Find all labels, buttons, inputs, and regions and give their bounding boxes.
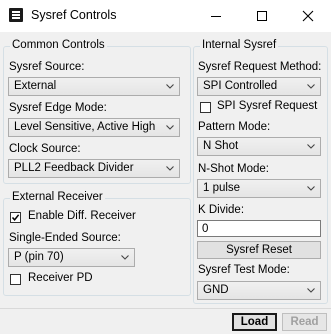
sysref-edge-mode-value: Level Sensitive, Active High (14, 121, 156, 133)
k-divide-input[interactable] (197, 220, 321, 237)
maximize-icon (257, 11, 267, 21)
chevron-down-icon (307, 144, 315, 149)
sysref-test-mode-label: Sysref Test Mode: (198, 264, 290, 276)
enable-diff-receiver-checkbox[interactable] (10, 212, 21, 223)
window-title: Sysref Controls (31, 8, 117, 22)
n-shot-mode-select[interactable]: 1 pulse (197, 179, 321, 198)
clock-source-select[interactable]: PLL2 Feedback Divider (8, 159, 180, 178)
external-receiver-legend: External Receiver (10, 191, 105, 203)
sysref-request-method-select[interactable]: SPI Controlled (197, 77, 321, 96)
chevron-down-icon (307, 288, 315, 293)
title-bar: Sysref Controls (0, 0, 331, 32)
sysref-source-value: External (14, 80, 57, 92)
sysref-reset-button[interactable]: Sysref Reset (197, 241, 321, 259)
single-ended-source-label: Single-Ended Source: (9, 232, 121, 244)
chevron-down-icon (307, 84, 315, 89)
pattern-mode-label: Pattern Mode: (198, 121, 271, 133)
single-ended-source-select[interactable]: P (pin 70) (8, 248, 135, 267)
read-button[interactable]: Read (282, 313, 327, 331)
sysref-edge-mode-label: Sysref Edge Mode: (9, 102, 107, 114)
sysref-source-label: Sysref Source: (9, 61, 85, 73)
minimize-icon (211, 16, 221, 17)
sysref-request-method-label: Sysref Request Method: (198, 61, 322, 73)
spi-sysref-request-label: SPI Sysref Request (217, 100, 318, 112)
sysref-source-select[interactable]: External (8, 77, 180, 96)
chevron-down-icon (166, 84, 174, 89)
n-shot-mode-value: 1 pulse (203, 182, 241, 194)
checkmark-icon (11, 214, 20, 221)
sysref-test-mode-select[interactable]: GND (197, 281, 321, 300)
minimize-button[interactable] (193, 0, 239, 32)
chevron-down-icon (166, 125, 174, 130)
receiver-pd-label: Receiver PD (28, 272, 93, 284)
close-button[interactable] (285, 0, 331, 32)
maximize-button[interactable] (239, 0, 285, 32)
receiver-pd-checkbox[interactable] (10, 274, 21, 285)
load-button[interactable]: Load (232, 313, 277, 331)
clock-source-label: Clock Source: (9, 143, 81, 155)
common-controls-legend: Common Controls (10, 39, 107, 51)
sysref-request-method-value: SPI Controlled (203, 80, 278, 92)
footer-divider (0, 308, 331, 309)
close-icon (302, 10, 314, 22)
sysref-test-mode-value: GND (203, 284, 229, 296)
enable-diff-receiver-label: Enable Diff. Receiver (28, 210, 136, 222)
internal-sysref-legend: Internal Sysref (200, 39, 279, 51)
chevron-down-icon (307, 186, 315, 191)
spi-sysref-request-checkbox[interactable] (200, 102, 211, 113)
clock-source-value: PLL2 Feedback Divider (14, 162, 134, 174)
single-ended-source-value: P (pin 70) (14, 251, 64, 263)
chevron-down-icon (121, 255, 129, 260)
pattern-mode-select[interactable]: N Shot (197, 137, 321, 156)
chevron-down-icon (166, 166, 174, 171)
n-shot-mode-label: N-Shot Mode: (198, 163, 269, 175)
sysref-edge-mode-select[interactable]: Level Sensitive, Active High (8, 118, 180, 137)
pattern-mode-value: N Shot (203, 140, 239, 152)
app-icon (9, 8, 23, 22)
k-divide-label: K Divide: (198, 204, 245, 216)
